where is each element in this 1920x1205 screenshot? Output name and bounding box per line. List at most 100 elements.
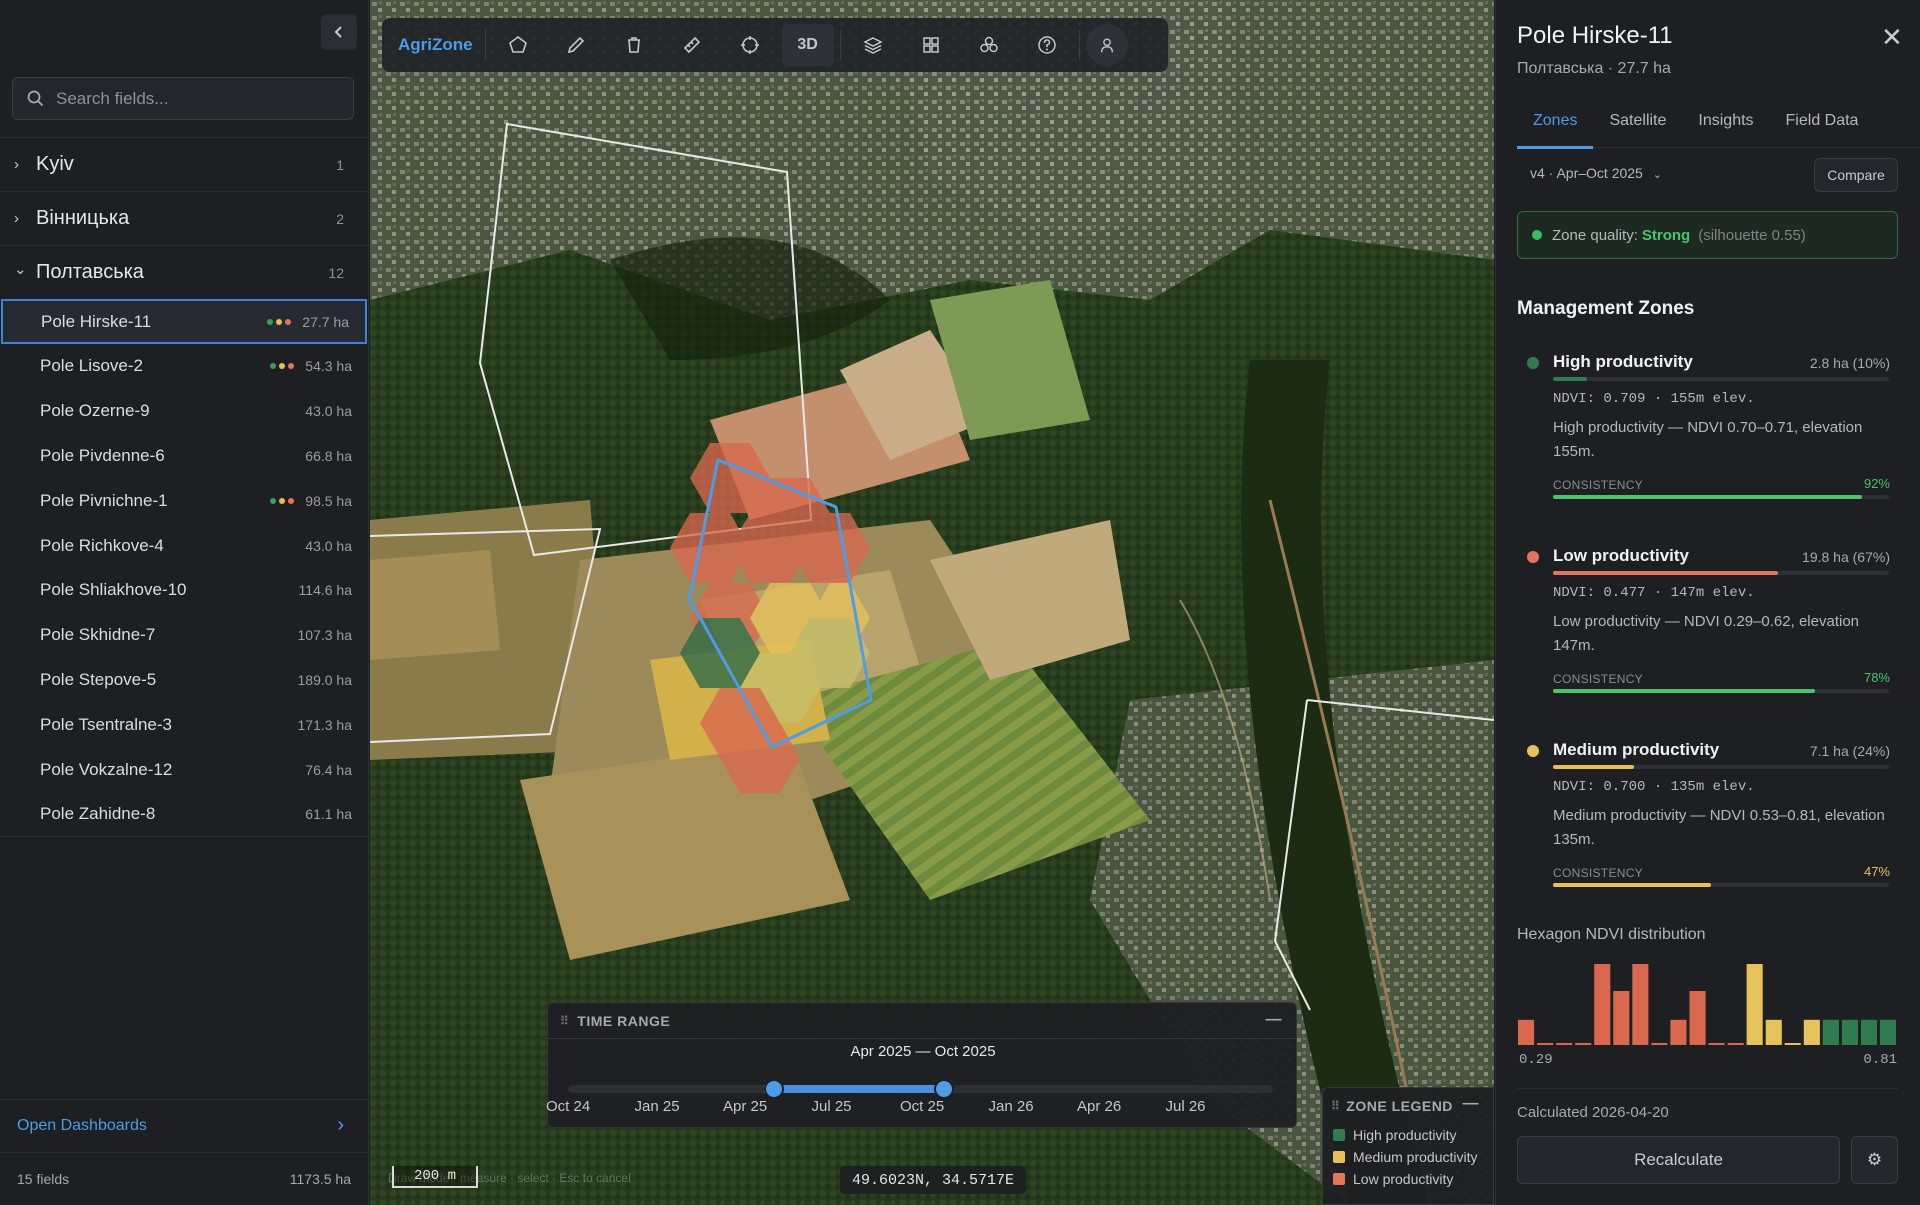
field-area: 27.7 ha (302, 313, 349, 330)
tab-satellite[interactable]: Satellite (1593, 104, 1682, 148)
zone-color-dot (1527, 551, 1539, 563)
histogram-bar (1727, 1043, 1744, 1045)
zone-card[interactable]: Medium productivity 7.1 ha (24%) NDVI: 0.7… (1517, 740, 1898, 900)
field-list-item[interactable]: Pole Richkove-4 43.0 ha (0, 523, 368, 568)
detail-tabs: Zones Satellite Insights Field Data (1517, 104, 1920, 149)
field-area: 61.1 ha (305, 806, 352, 823)
field-list-item[interactable]: Pole Shliakhove-10 114.6 ha (0, 568, 368, 613)
field-area: 43.0 ha (305, 537, 352, 554)
fields-count: 15 fields (17, 1171, 70, 1187)
legend-label: Medium productivity (1353, 1149, 1478, 1165)
field-name: Pole Pivnichne-1 (40, 490, 168, 510)
drag-handle-icon[interactable]: ⠿ (1331, 1099, 1340, 1113)
zone-share-fill (1553, 765, 1634, 769)
time-tick-label: Jan 26 (988, 1098, 1034, 1115)
field-sidebar: › Kyiv 1 › Вінницька 2 ⌄ Полтавська 12 Pole Hirs… (0, 0, 369, 1205)
quality-prefix: Zone quality: (1552, 226, 1638, 244)
close-icon[interactable]: ✕ (1881, 22, 1903, 53)
locate-button[interactable] (724, 24, 776, 66)
compare-button[interactable]: Compare (1814, 158, 1898, 192)
account-button[interactable] (1085, 24, 1128, 66)
open-dashboards-link[interactable]: Open Dashboards › (0, 1099, 368, 1151)
legend-swatch (1333, 1151, 1345, 1163)
region-group[interactable]: › Kyiv 1 (0, 137, 368, 191)
divider (1517, 1088, 1898, 1089)
histogram-bar (1708, 1043, 1725, 1045)
consistency-label: CONSISTENCY (1553, 866, 1643, 880)
recalculate-button[interactable]: Recalculate (1517, 1136, 1840, 1184)
field-name: Pole Tsentralne-3 (40, 714, 172, 734)
tab-field-data[interactable]: Field Data (1770, 104, 1875, 148)
time-tick-label: Oct 24 (546, 1098, 591, 1115)
field-list-item[interactable]: Pole Hirske-11 27.7 ha (1, 299, 367, 344)
zone-share-fill (1553, 377, 1587, 381)
grid-button[interactable] (905, 24, 957, 66)
time-slider-start-handle[interactable] (764, 1079, 784, 1099)
histogram-min-label: 0.29 (1519, 1052, 1553, 1068)
layers-button[interactable] (847, 24, 899, 66)
region-name: Вінницька (36, 207, 130, 229)
histogram-bar (1632, 964, 1649, 1045)
zone-card[interactable]: High productivity 2.8 ha (10%) NDVI: 0.709… (1517, 352, 1898, 512)
measure-button[interactable] (666, 24, 718, 66)
delete-button[interactable] (608, 24, 660, 66)
field-area: 107.3 ha (297, 627, 353, 644)
zone-color-dot (1527, 357, 1539, 369)
histogram-bar (1879, 1019, 1896, 1045)
histogram-bar (1841, 1019, 1858, 1045)
tab-zones[interactable]: Zones (1517, 104, 1594, 149)
field-detail-panel: Pole Hirske-11 ✕ Полтавська · 27.7 ha Zo… (1495, 0, 1920, 1205)
field-list-item[interactable]: Pole Vokzalne-12 76.4 ha (0, 747, 368, 792)
region-group[interactable]: › Вінницька 2 (0, 191, 368, 245)
field-area: 66.8 ha (305, 447, 352, 464)
field-list-item[interactable]: Pole Tsentralne-3 171.3 ha (0, 702, 368, 747)
region-group[interactable]: ⌄ Полтавська 12 (0, 245, 368, 299)
chevron-left-icon (334, 26, 342, 38)
chevron-down-icon: ⌄ (1652, 169, 1662, 181)
consistency-label: CONSISTENCY (1553, 478, 1643, 492)
minimize-icon[interactable]: — (1266, 1011, 1283, 1029)
histogram-bar (1689, 991, 1706, 1045)
tab-insights[interactable]: Insights (1682, 104, 1769, 148)
polygon-icon (508, 36, 527, 53)
zone-dot (279, 363, 285, 370)
field-list-item[interactable]: Pole Lisove-2 54.3 ha (0, 344, 368, 389)
field-list-item[interactable]: Pole Zahidne-8 61.1 ha (0, 792, 368, 837)
3d-toggle-button[interactable]: 3D (781, 24, 834, 66)
time-slider-selection (764, 1085, 937, 1093)
field-name: Pole Richkove-4 (40, 535, 164, 555)
zone-share-bar (1553, 765, 1889, 769)
consistency-fill (1553, 883, 1711, 887)
histogram-bar (1556, 1043, 1573, 1045)
field-list-item[interactable]: Pole Pivdenne-6 66.8 ha (0, 433, 368, 478)
drag-handle-icon[interactable]: ⠿ (560, 1014, 569, 1028)
field-name: Pole Stepove-5 (40, 669, 157, 689)
field-list-item[interactable]: Pole Pivnichne-1 98.5 ha (0, 478, 368, 523)
histogram-bar (1537, 1043, 1554, 1045)
minimize-icon[interactable]: — (1463, 1095, 1480, 1113)
field-list-item[interactable]: Pole Ozerne-9 43.0 ha (0, 389, 368, 434)
zone-dot (279, 497, 285, 504)
version-select[interactable]: v4 · Apr–Oct 2025 ⌄ (1530, 165, 1662, 181)
histogram-bar (1651, 1043, 1668, 1045)
histogram-bar (1594, 964, 1611, 1045)
field-list-item[interactable]: Pole Stepove-5 189.0 ha (0, 657, 368, 702)
search-input[interactable] (56, 88, 326, 109)
zone-card[interactable]: Low productivity 19.8 ha (67%) NDVI: 0.477… (1517, 546, 1898, 706)
collapse-sidebar-button[interactable] (321, 14, 357, 50)
zone-share-bar (1553, 377, 1889, 381)
time-tick-label: Jul 26 (1165, 1098, 1206, 1115)
settings-button[interactable]: ⚙ (1851, 1136, 1898, 1184)
consistency-value: 78% (1863, 670, 1890, 685)
histogram-bar (1803, 1019, 1820, 1045)
help-button[interactable] (1021, 24, 1073, 66)
legend-label: Low productivity (1353, 1171, 1454, 1187)
legend-item: Low productivity (1323, 1168, 1493, 1190)
time-slider-end-handle[interactable] (934, 1079, 954, 1099)
field-list-item[interactable]: Pole Skhidne-7 107.3 ha (0, 613, 368, 658)
cluster-button[interactable] (963, 24, 1015, 66)
map-view[interactable]: AgriZone 3D ⠿ TIME RANGE — Apr 2025 — Oc… (370, 0, 1494, 1205)
app-brand[interactable]: AgriZone (390, 30, 486, 60)
edit-button[interactable] (550, 24, 602, 66)
draw-polygon-button[interactable] (492, 24, 544, 66)
